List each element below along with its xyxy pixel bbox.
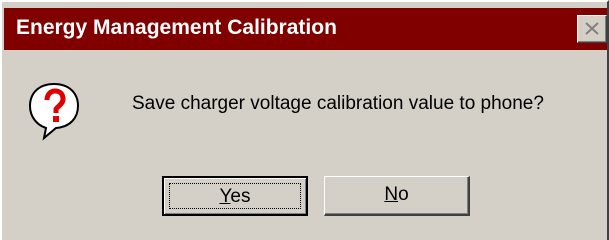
no-button[interactable]: No bbox=[324, 176, 470, 216]
title-bar[interactable]: Energy Management Calibration bbox=[4, 8, 607, 50]
focus-rectangle: Yes bbox=[169, 183, 301, 209]
yes-label: es bbox=[230, 186, 251, 207]
dialog-message: Save charger voltage calibration value t… bbox=[132, 93, 544, 114]
close-x-icon bbox=[585, 22, 599, 35]
question-icon bbox=[26, 80, 82, 142]
yes-button[interactable]: Yes bbox=[162, 176, 308, 216]
yes-accel-key: Y bbox=[219, 186, 231, 207]
dialog-window: Energy Management Calibration Save charg… bbox=[0, 0, 609, 240]
close-button[interactable] bbox=[577, 15, 607, 43]
no-label: o bbox=[398, 184, 409, 205]
no-accel-key: N bbox=[384, 184, 399, 205]
window-title: Energy Management Calibration bbox=[16, 16, 337, 39]
